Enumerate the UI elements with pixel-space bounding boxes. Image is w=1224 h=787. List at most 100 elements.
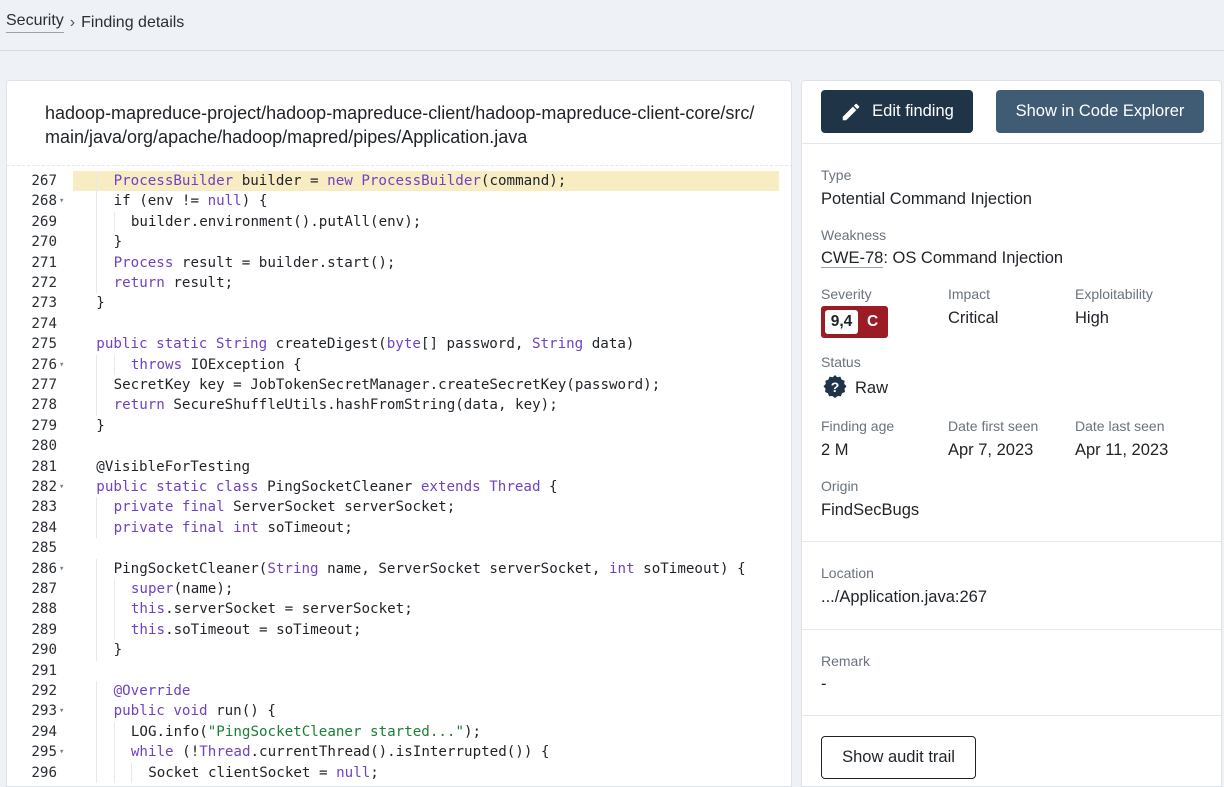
code-text: this.serverSocket = serverSocket; <box>73 599 779 619</box>
code-token: builder = <box>233 173 328 189</box>
code-token: null <box>336 764 371 781</box>
fold-chevron-icon[interactable]: ▾ <box>59 191 71 211</box>
breadcrumb-separator: › <box>69 13 76 31</box>
code-token: { <box>540 479 558 495</box>
line-number: 287 <box>31 581 57 597</box>
indent-guide <box>96 191 98 212</box>
line-number: 292 <box>31 683 57 699</box>
code-token: private final int <box>113 519 259 536</box>
svg-text:?: ? <box>831 379 840 395</box>
code-token: this <box>130 601 166 618</box>
code-text: } <box>73 232 779 252</box>
code-token: [] password, <box>420 336 532 353</box>
cwe-link[interactable]: CWE-78 <box>821 249 884 268</box>
code-text: private final ServerSocket serverSocket; <box>73 497 779 517</box>
code-text: LOG.info("PingSocketCleaner started...")… <box>73 722 779 742</box>
show-in-code-explorer-button[interactable]: Show in Code Explorer <box>996 90 1204 133</box>
pencil-icon <box>842 103 860 120</box>
origin-value: FindSecBugs <box>821 501 920 519</box>
code-line: 282 ▾ public static class PingSocketCleane… <box>7 477 791 497</box>
divider <box>802 541 1221 542</box>
fold-chevron-icon[interactable]: ▾ <box>59 355 71 375</box>
code-token: this <box>130 621 166 638</box>
impact-label: Impact <box>948 286 991 302</box>
line-number: 276 <box>31 356 57 373</box>
code-line: 292 @Override <box>7 681 791 702</box>
severity-badge: 9,4 C <box>821 306 888 338</box>
date-last-seen-value: Apr 11, 2023 <box>1075 441 1169 459</box>
edit-finding-button[interactable]: Edit finding <box>821 90 973 133</box>
code-token: @VisibleForTesting <box>96 458 251 475</box>
fold-chevron-icon[interactable]: ▾ <box>59 701 71 721</box>
code-area[interactable]: 267 ProcessBuilder builder = new ProcessB… <box>7 171 791 786</box>
indent-guide <box>96 701 98 722</box>
remark-value: - <box>821 675 827 693</box>
line-number: 273 <box>31 295 57 312</box>
code-line: 272 return result; <box>7 273 791 294</box>
line-number: 280 <box>31 438 57 455</box>
code-token: int <box>609 560 635 577</box>
indent-guide <box>113 619 115 641</box>
code-line: 293 ▾ public void run() { <box>7 701 791 722</box>
code-text: public static class PingSocketCleaner ex… <box>73 477 779 497</box>
indent-guide <box>96 517 98 539</box>
indent-guide <box>113 721 115 743</box>
indent-guide <box>96 171 98 192</box>
line-number: 293 <box>31 703 57 720</box>
indent-guide <box>96 354 98 375</box>
line-number: 281 <box>31 458 57 475</box>
code-token: (command); <box>480 173 567 189</box>
code-token: null <box>207 193 242 210</box>
code-token: createDigest( <box>267 336 387 353</box>
code-line: 283 private final ServerSocket serverSock… <box>7 497 791 518</box>
code-text: PingSocketCleaner(String name, ServerSoc… <box>73 559 779 579</box>
line-number: 291 <box>31 662 57 679</box>
code-text: while (!Thread.currentThread().isInterru… <box>73 742 779 762</box>
code-line: 288 this.serverSocket = serverSocket; <box>7 599 791 620</box>
origin-label: Origin <box>821 478 859 494</box>
code-line: 269 builder.environment().putAll(env); <box>7 211 791 233</box>
code-token: data) <box>583 336 635 353</box>
code-text: Socket clientSocket = null; <box>73 763 779 783</box>
indent-guide <box>96 375 98 396</box>
code-token: "PingSocketCleaner started..." <box>207 723 465 740</box>
fold-chevron-icon[interactable]: ▾ <box>59 477 71 497</box>
code-line: 296 Socket clientSocket = null; <box>7 762 791 783</box>
severity-grade: C <box>867 313 879 330</box>
breadcrumb-security-link[interactable]: Security <box>6 12 64 33</box>
show-audit-trail-button[interactable]: Show audit trail <box>821 736 976 779</box>
code-token: PingSocketCleaner( <box>113 560 268 577</box>
top-bar: Security › Finding details <box>0 0 1224 51</box>
fold-chevron-icon[interactable]: ▾ <box>59 559 71 579</box>
code-line: 284 private final int soTimeout; <box>7 517 791 539</box>
code-text: throws IOException { <box>73 355 779 375</box>
code-token: public void <box>113 703 208 720</box>
code-token: byte <box>386 336 421 353</box>
code-line: 267 ProcessBuilder builder = new ProcessB… <box>7 171 791 192</box>
fold-chevron-icon[interactable]: ▾ <box>59 742 71 762</box>
code-text: SecretKey key = JobTokenSecretManager.cr… <box>73 375 779 395</box>
remark-label: Remark <box>821 653 871 669</box>
finding-age-label: Finding age <box>821 418 895 434</box>
code-line: 280 <box>7 436 791 456</box>
indent-guide <box>96 619 98 641</box>
code-line: 286 ▾ PingSocketCleaner(String name, Serve… <box>7 558 791 579</box>
indent-guide <box>130 762 132 783</box>
weakness-value: CWE-78: OS Command Injection <box>821 249 1063 268</box>
code-token: String <box>215 336 268 353</box>
code-token: builder.environment().putAll(env); <box>130 213 422 230</box>
code-token: } <box>113 234 123 251</box>
code-token: if (env != <box>113 193 208 210</box>
code-token: Socket clientSocket = <box>148 764 337 781</box>
code-line: 273} <box>7 293 791 313</box>
code-token: public static class <box>96 479 259 495</box>
line-number: 268 <box>31 193 57 210</box>
line-number: 272 <box>31 275 57 291</box>
code-token: soTimeout; <box>258 519 353 536</box>
line-number: 289 <box>31 621 57 638</box>
code-token: ) { <box>241 193 268 210</box>
line-number: 271 <box>31 254 57 271</box>
divider <box>802 629 1221 630</box>
